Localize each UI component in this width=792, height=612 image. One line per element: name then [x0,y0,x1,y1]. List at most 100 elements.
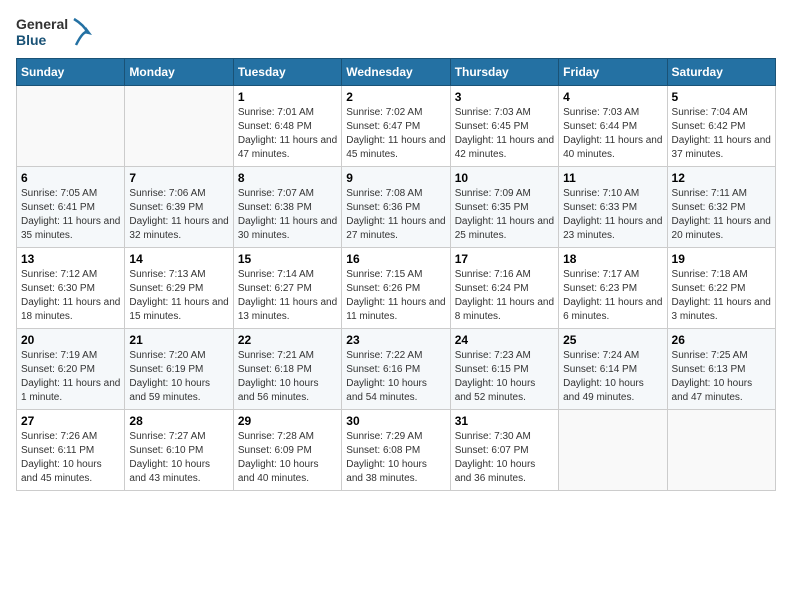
col-header-wednesday: Wednesday [342,59,450,86]
day-info: Sunrise: 7:29 AM Sunset: 6:08 PM Dayligh… [346,430,445,486]
calendar-cell: 4 Sunrise: 7:03 AM Sunset: 6:44 PM Daylig… [559,86,667,167]
day-number: 4 [563,90,662,104]
day-number: 24 [455,333,554,347]
day-number: 30 [346,414,445,428]
day-info: Sunrise: 7:25 AM Sunset: 6:13 PM Dayligh… [672,349,771,405]
day-number: 12 [672,171,771,185]
col-header-thursday: Thursday [450,59,558,86]
calendar-cell: 28 Sunrise: 7:27 AM Sunset: 6:10 PM Dayli… [125,410,233,491]
day-number: 17 [455,252,554,266]
day-info: Sunrise: 7:16 AM Sunset: 6:24 PM Dayligh… [455,268,554,324]
page-header: General Blue [16,16,776,48]
day-number: 13 [21,252,120,266]
day-info: Sunrise: 7:27 AM Sunset: 6:10 PM Dayligh… [129,430,228,486]
col-header-saturday: Saturday [667,59,775,86]
calendar-cell: 5Sunrise: 7:04 AM Sunset: 6:42 PM Daylig… [667,86,775,167]
day-number: 18 [563,252,662,266]
calendar-week-row: 6 Sunrise: 7:05 AM Sunset: 6:41 PM Daylig… [17,167,776,248]
day-info: Sunrise: 7:20 AM Sunset: 6:19 PM Dayligh… [129,349,228,405]
day-info: Sunrise: 7:10 AM Sunset: 6:33 PM Dayligh… [563,187,662,243]
day-number: 31 [455,414,554,428]
calendar-cell: 21 Sunrise: 7:20 AM Sunset: 6:19 PM Dayli… [125,329,233,410]
calendar-cell: 11 Sunrise: 7:10 AM Sunset: 6:33 PM Dayli… [559,167,667,248]
calendar-table: SundayMondayTuesdayWednesdayThursdayFrid… [16,58,776,491]
calendar-cell: 6 Sunrise: 7:05 AM Sunset: 6:41 PM Daylig… [17,167,125,248]
calendar-cell: 13 Sunrise: 7:12 AM Sunset: 6:30 PM Dayli… [17,248,125,329]
calendar-cell: 20 Sunrise: 7:19 AM Sunset: 6:20 PM Dayli… [17,329,125,410]
calendar-cell: 29Sunrise: 7:28 AM Sunset: 6:09 PM Dayli… [233,410,341,491]
calendar-cell: 17 Sunrise: 7:16 AM Sunset: 6:24 PM Dayli… [450,248,558,329]
day-number: 26 [672,333,771,347]
col-header-tuesday: Tuesday [233,59,341,86]
day-info: Sunrise: 7:07 AM Sunset: 6:38 PM Dayligh… [238,187,337,243]
day-info: Sunrise: 7:03 AM Sunset: 6:45 PM Dayligh… [455,106,554,162]
day-info: Sunrise: 7:09 AM Sunset: 6:35 PM Dayligh… [455,187,554,243]
day-info: Sunrise: 7:14 AM Sunset: 6:27 PM Dayligh… [238,268,337,324]
day-info: Sunrise: 7:21 AM Sunset: 6:18 PM Dayligh… [238,349,337,405]
calendar-header-row: SundayMondayTuesdayWednesdayThursdayFrid… [17,59,776,86]
calendar-week-row: 20 Sunrise: 7:19 AM Sunset: 6:20 PM Dayli… [17,329,776,410]
day-number: 6 [21,171,120,185]
calendar-cell: 19 Sunrise: 7:18 AM Sunset: 6:22 PM Dayli… [667,248,775,329]
day-number: 1 [238,90,337,104]
day-info: Sunrise: 7:13 AM Sunset: 6:29 PM Dayligh… [129,268,228,324]
day-number: 21 [129,333,228,347]
day-info: Sunrise: 7:23 AM Sunset: 6:15 PM Dayligh… [455,349,554,405]
day-number: 22 [238,333,337,347]
logo-general-text: General [16,16,68,32]
logo: General Blue [16,16,92,48]
day-number: 8 [238,171,337,185]
calendar-cell: 30 Sunrise: 7:29 AM Sunset: 6:08 PM Dayli… [342,410,450,491]
day-info: Sunrise: 7:08 AM Sunset: 6:36 PM Dayligh… [346,187,445,243]
calendar-cell [667,410,775,491]
day-number: 7 [129,171,228,185]
day-info: Sunrise: 7:19 AM Sunset: 6:20 PM Dayligh… [21,349,120,405]
day-info: Sunrise: 7:01 AM Sunset: 6:48 PM Dayligh… [238,106,337,162]
day-info: Sunrise: 7:18 AM Sunset: 6:22 PM Dayligh… [672,268,771,324]
day-info: Sunrise: 7:22 AM Sunset: 6:16 PM Dayligh… [346,349,445,405]
day-number: 10 [455,171,554,185]
day-number: 15 [238,252,337,266]
calendar-cell: 3Sunrise: 7:03 AM Sunset: 6:45 PM Daylig… [450,86,558,167]
calendar-week-row: 1 Sunrise: 7:01 AM Sunset: 6:48 PM Daylig… [17,86,776,167]
day-info: Sunrise: 7:12 AM Sunset: 6:30 PM Dayligh… [21,268,120,324]
calendar-cell: 24 Sunrise: 7:23 AM Sunset: 6:15 PM Dayli… [450,329,558,410]
calendar-cell: 23 Sunrise: 7:22 AM Sunset: 6:16 PM Dayli… [342,329,450,410]
day-number: 16 [346,252,445,266]
day-info: Sunrise: 7:02 AM Sunset: 6:47 PM Dayligh… [346,106,445,162]
day-info: Sunrise: 7:26 AM Sunset: 6:11 PM Dayligh… [21,430,120,486]
day-number: 5 [672,90,771,104]
day-number: 25 [563,333,662,347]
day-number: 9 [346,171,445,185]
day-number: 23 [346,333,445,347]
calendar-cell: 26 Sunrise: 7:25 AM Sunset: 6:13 PM Dayli… [667,329,775,410]
logo-blue-text: Blue [16,32,68,48]
calendar-cell: 2 Sunrise: 7:02 AM Sunset: 6:47 PM Daylig… [342,86,450,167]
calendar-cell: 1 Sunrise: 7:01 AM Sunset: 6:48 PM Daylig… [233,86,341,167]
calendar-cell: 12Sunrise: 7:11 AM Sunset: 6:32 PM Dayli… [667,167,775,248]
logo-swoosh-icon [70,17,92,47]
day-number: 2 [346,90,445,104]
calendar-cell: 18Sunrise: 7:17 AM Sunset: 6:23 PM Dayli… [559,248,667,329]
calendar-cell: 7Sunrise: 7:06 AM Sunset: 6:39 PM Daylig… [125,167,233,248]
calendar-cell: 31Sunrise: 7:30 AM Sunset: 6:07 PM Dayli… [450,410,558,491]
calendar-cell: 27Sunrise: 7:26 AM Sunset: 6:11 PM Dayli… [17,410,125,491]
col-header-monday: Monday [125,59,233,86]
day-number: 11 [563,171,662,185]
calendar-cell: 10 Sunrise: 7:09 AM Sunset: 6:35 PM Dayli… [450,167,558,248]
day-number: 19 [672,252,771,266]
calendar-cell: 15 Sunrise: 7:14 AM Sunset: 6:27 PM Dayli… [233,248,341,329]
day-info: Sunrise: 7:05 AM Sunset: 6:41 PM Dayligh… [21,187,120,243]
calendar-cell: 25Sunrise: 7:24 AM Sunset: 6:14 PM Dayli… [559,329,667,410]
logo-container: General Blue [16,16,92,48]
day-number: 20 [21,333,120,347]
day-number: 28 [129,414,228,428]
day-info: Sunrise: 7:03 AM Sunset: 6:44 PM Dayligh… [563,106,662,162]
calendar-week-row: 27Sunrise: 7:26 AM Sunset: 6:11 PM Dayli… [17,410,776,491]
calendar-cell: 16 Sunrise: 7:15 AM Sunset: 6:26 PM Dayli… [342,248,450,329]
logo-text: General Blue [16,16,68,48]
col-header-friday: Friday [559,59,667,86]
calendar-cell [559,410,667,491]
day-info: Sunrise: 7:28 AM Sunset: 6:09 PM Dayligh… [238,430,337,486]
day-info: Sunrise: 7:15 AM Sunset: 6:26 PM Dayligh… [346,268,445,324]
